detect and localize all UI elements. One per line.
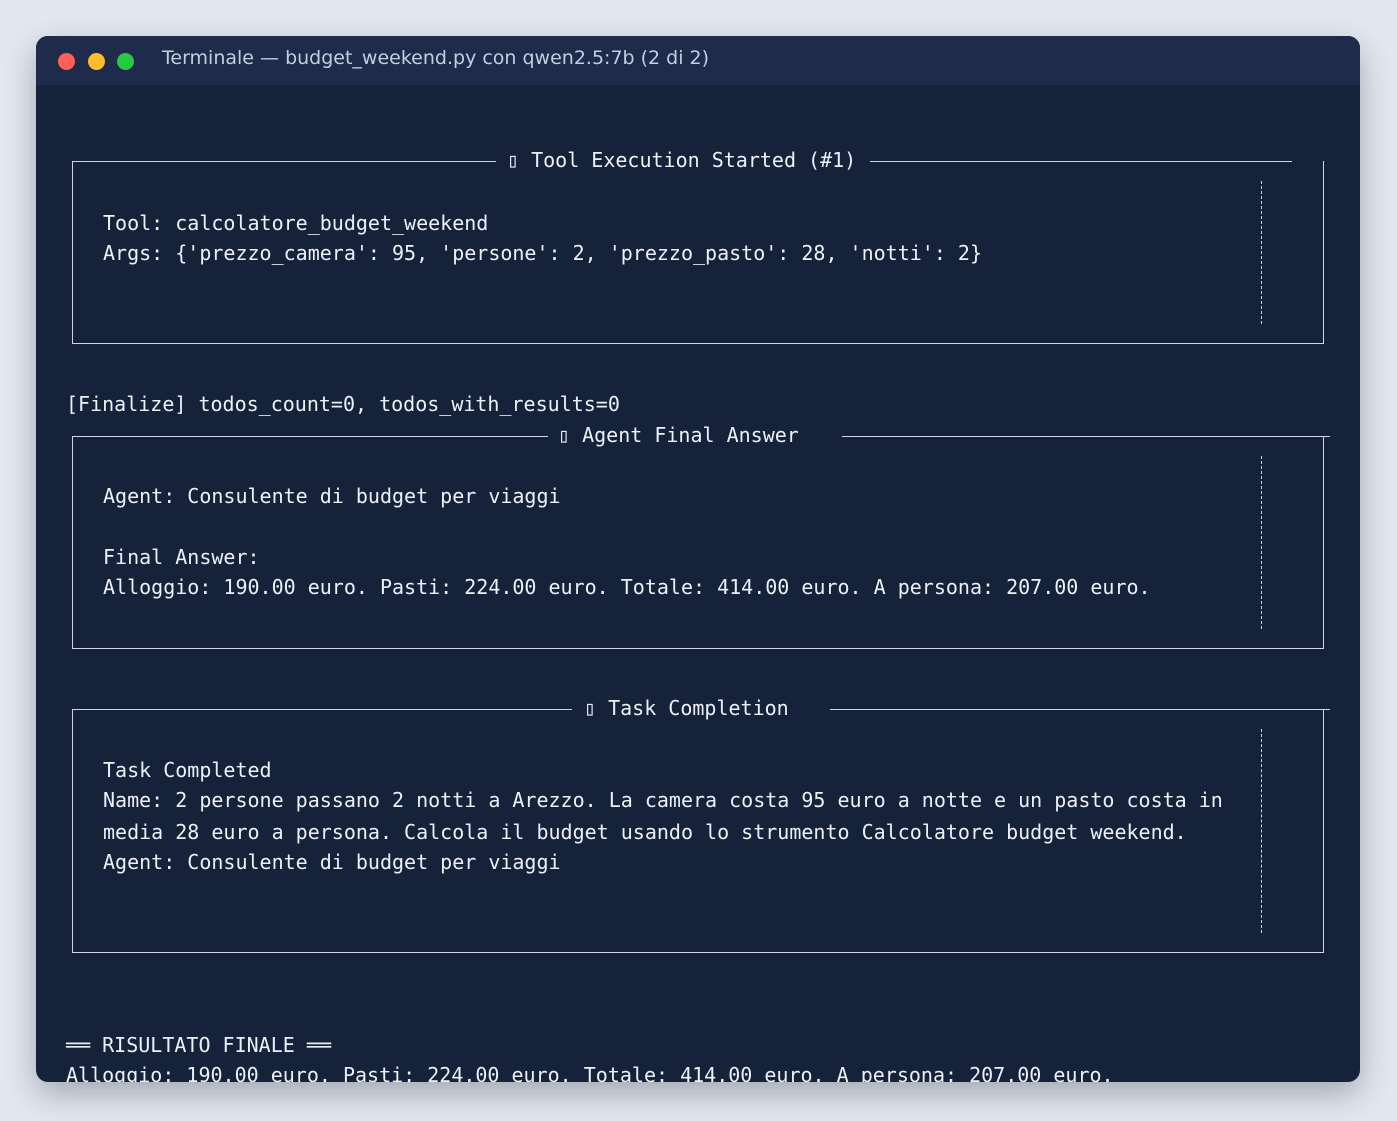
maximize-window-button[interactable] <box>117 53 134 70</box>
tool-args-line: Args: {'prezzo_camera': 95, 'persone': 2… <box>103 241 982 265</box>
panel-border <box>72 436 1324 649</box>
result-text: Alloggio: 190.00 euro. Pasti: 224.00 eur… <box>66 1063 1114 1082</box>
panel-top-rule <box>830 709 1330 710</box>
task-name-line-continued: media 28 euro a persona. Calcola il budg… <box>103 820 1187 844</box>
panel-title: ▯ Task Completion <box>576 695 797 721</box>
close-window-button[interactable] <box>58 53 75 70</box>
panel-title: ▯ Agent Final Answer <box>550 422 807 448</box>
result-heading: ══ RISULTATO FINALE ══ <box>66 1033 331 1057</box>
minimize-window-button[interactable] <box>88 53 105 70</box>
panel-top-rule <box>870 161 1292 162</box>
final-answer-text: Alloggio: 190.00 euro. Pasti: 224.00 eur… <box>103 575 1151 599</box>
window-title: Terminale — budget_weekend.py con qwen2.… <box>162 47 710 69</box>
title-bar: Terminale — budget_weekend.py con qwen2.… <box>36 36 1360 85</box>
panel-inner-edge <box>1261 181 1262 324</box>
panel-top-rule <box>72 436 548 437</box>
final-answer-label: Final Answer: <box>103 545 260 569</box>
task-agent-line: Agent: Consulente di budget per viaggi <box>103 850 561 874</box>
panel-title: ▯ Tool Execution Started (#1) <box>499 147 865 173</box>
final-answer-panel: ▯ Agent Final Answer Agent: Consulente d… <box>72 422 1330 649</box>
panel-inner-edge <box>1261 456 1262 629</box>
terminal-window: Terminale — budget_weekend.py con qwen2.… <box>36 36 1360 1082</box>
tool-execution-panel: ▯ Tool Execution Started (#1) Tool: calc… <box>72 147 1324 344</box>
panel-inner-edge <box>1261 729 1262 933</box>
finalize-log-line: [Finalize] todos_count=0, todos_with_res… <box>66 392 620 416</box>
panel-top-rule <box>72 709 572 710</box>
agent-line: Agent: Consulente di budget per viaggi <box>103 484 561 508</box>
panel-top-rule <box>72 161 496 162</box>
terminal-output[interactable]: ▯ Tool Execution Started (#1) Tool: calc… <box>36 85 1360 1082</box>
tool-name-line: Tool: calcolatore_budget_weekend <box>103 211 489 235</box>
task-name-line: Name: 2 persone passano 2 notti a Arezzo… <box>103 788 1223 812</box>
task-completion-panel: ▯ Task Completion Task Completed Name: 2… <box>72 695 1330 953</box>
task-status-line: Task Completed <box>103 758 272 782</box>
panel-top-rule <box>842 436 1330 437</box>
